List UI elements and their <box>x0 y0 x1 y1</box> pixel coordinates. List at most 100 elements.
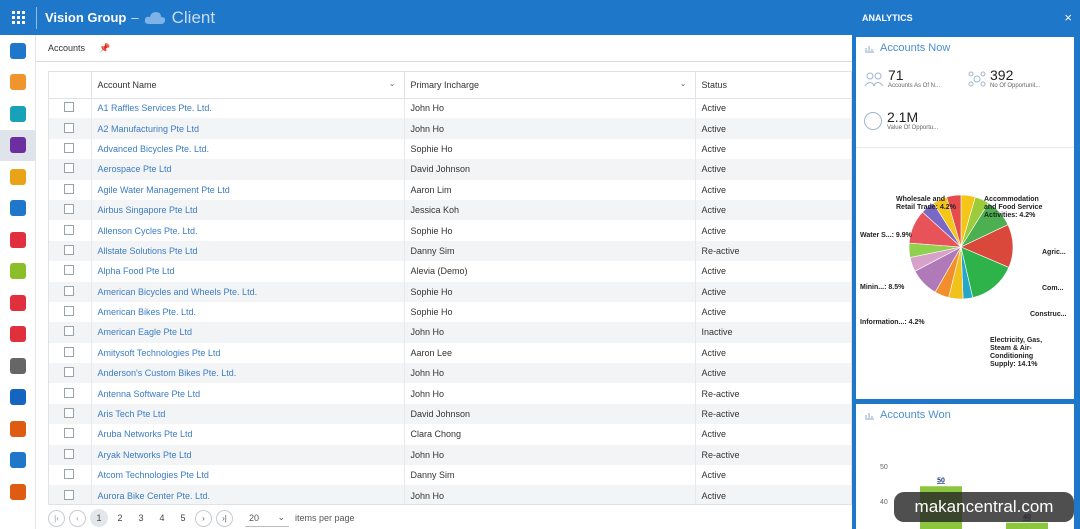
account-link[interactable]: Advanced Bicycles Pte. Ltd. <box>98 144 210 154</box>
account-link[interactable]: A1 Raffles Services Pte. Ltd. <box>98 103 212 113</box>
page-number-button[interactable]: 4 <box>153 509 171 527</box>
sidebar-item[interactable] <box>0 382 36 414</box>
sidebar-item[interactable] <box>0 67 36 99</box>
pin-icon[interactable]: 📌 <box>99 43 110 54</box>
table-row[interactable]: Aerospace Pte Ltd David Johnson Active <box>49 159 851 180</box>
page-number-button[interactable]: 1 <box>90 509 108 527</box>
table-row[interactable]: A1 Raffles Services Pte. Ltd. John Ho Acti… <box>49 98 851 119</box>
table-row[interactable]: Antenna Software Pte Ltd John Ho Re-active <box>49 383 851 404</box>
sidebar-item[interactable] <box>0 350 36 382</box>
account-link[interactable]: Atcom Technologies Pte Ltd <box>98 470 209 480</box>
table-row[interactable]: Allstate Solutions Pte Ltd Danny Sim Re-ac… <box>49 240 851 262</box>
row-checkbox[interactable] <box>64 408 74 419</box>
bar[interactable] <box>1006 522 1048 529</box>
account-link[interactable]: Airbus Singapore Pte Ltd <box>98 205 198 215</box>
row-checkbox[interactable] <box>64 204 74 215</box>
table-row[interactable]: Airbus Singapore Pte Ltd Jessica Koh Activ… <box>49 199 851 221</box>
account-link[interactable]: Antenna Software Pte Ltd <box>98 389 201 399</box>
table-row[interactable]: American Eagle Pte Ltd John Ho Inactive <box>49 322 851 343</box>
row-checkbox[interactable] <box>64 102 74 113</box>
breadcrumb-accounts[interactable]: Accounts <box>48 43 85 53</box>
account-link[interactable]: Anderson's Custom Bikes Pte. Ltd. <box>98 368 237 378</box>
chevron-down-icon[interactable]: ⌄ <box>680 79 687 88</box>
row-checkbox[interactable] <box>64 489 74 500</box>
sidebar-item[interactable] <box>0 193 36 225</box>
table-row[interactable]: American Bicycles and Wheels Pte. Ltd. So… <box>49 281 851 302</box>
sidebar-item[interactable] <box>0 476 36 508</box>
sidebar-item[interactable] <box>0 445 36 477</box>
sidebar-item[interactable] <box>0 129 36 161</box>
sidebar-item[interactable] <box>0 287 36 319</box>
row-checkbox[interactable] <box>64 224 74 235</box>
table-row[interactable]: Allenson Cycles Pte. Ltd. Sophie Ho Active <box>49 220 851 241</box>
table-row[interactable]: A2 Manufacturing Pte Ltd John Ho Active <box>49 118 851 139</box>
row-checkbox[interactable] <box>64 326 74 337</box>
select-all-header[interactable] <box>49 72 92 99</box>
row-checkbox[interactable] <box>64 428 74 439</box>
page-number-button[interactable]: 2 <box>111 509 129 527</box>
row-checkbox[interactable] <box>64 469 74 480</box>
table-row[interactable]: Aurora Bike Center Pte. Ltd. John Ho Activ… <box>49 485 851 504</box>
account-link[interactable]: American Eagle Pte Ltd <box>98 327 193 337</box>
account-link[interactable]: A2 Manufacturing Pte Ltd <box>98 124 200 134</box>
row-checkbox[interactable] <box>64 163 74 174</box>
kpi-opportunities[interactable]: 392 No Of Opportunit... <box>968 67 1040 89</box>
row-checkbox[interactable] <box>64 387 74 398</box>
account-link[interactable]: Aruba Networks Pte Ltd <box>98 429 193 439</box>
account-link[interactable]: Aryak Networks Pte Ltd <box>98 450 192 460</box>
table-row[interactable]: Aruba Networks Pte Ltd Clara Chong Active <box>49 424 851 445</box>
table-row[interactable]: Alpha Food Pte Ltd Alevia (Demo) Active <box>49 261 851 282</box>
row-checkbox[interactable] <box>64 285 74 296</box>
table-row[interactable]: Agile Water Management Pte Ltd Aaron Lim A… <box>49 179 851 200</box>
sidebar-item[interactable] <box>0 98 36 130</box>
page-size-select[interactable]: 20 ⌄ <box>245 510 289 527</box>
table-row[interactable]: Aryak Networks Pte Ltd John Ho Re-active <box>49 444 851 466</box>
last-page-button[interactable]: ›| <box>216 509 233 527</box>
row-checkbox[interactable] <box>64 122 74 133</box>
page-number-button[interactable]: 3 <box>132 509 150 527</box>
column-header-account-name[interactable]: Account Name ⌄ <box>91 72 405 99</box>
account-link[interactable]: Aurora Bike Center Pte. Ltd. <box>98 491 211 501</box>
row-checkbox[interactable] <box>64 367 74 378</box>
column-header-status[interactable]: Status <box>695 72 851 99</box>
row-checkbox[interactable] <box>64 142 74 153</box>
sidebar-item[interactable] <box>0 224 36 256</box>
sidebar-item[interactable] <box>0 161 36 193</box>
sidebar-item[interactable] <box>0 256 36 288</box>
app-launcher-icon[interactable] <box>0 0 36 35</box>
table-row[interactable]: American Bikes Pte. Ltd. Sophie Ho Active <box>49 301 851 323</box>
table-row[interactable]: Anderson's Custom Bikes Pte. Ltd. John Ho… <box>49 363 851 384</box>
kpi-opportunity-value[interactable]: 2.1M Value Of Opportu... <box>864 109 938 131</box>
sidebar-item[interactable] <box>0 35 36 67</box>
account-link[interactable]: Alpha Food Pte Ltd <box>98 266 175 276</box>
table-row[interactable]: Amitysoft Technologies Pte Ltd Aaron Lee A… <box>49 342 851 364</box>
table-row[interactable]: Aris Tech Pte Ltd David Johnson Re-active <box>49 403 851 425</box>
account-link[interactable]: Aris Tech Pte Ltd <box>98 409 166 419</box>
account-link[interactable]: Allstate Solutions Pte Ltd <box>98 246 198 256</box>
row-checkbox[interactable] <box>64 265 74 276</box>
kpi-accounts[interactable]: 71 Accounts As Of N... <box>864 67 940 89</box>
account-link[interactable]: Allenson Cycles Pte. Ltd. <box>98 226 198 236</box>
table-row[interactable]: Atcom Technologies Pte Ltd Danny Sim Activ… <box>49 465 851 486</box>
org-name[interactable]: Vision Group <box>45 10 126 25</box>
sidebar-item[interactable] <box>0 413 36 445</box>
page-number-button[interactable]: 5 <box>174 509 192 527</box>
account-link[interactable]: American Bikes Pte. Ltd. <box>98 307 197 317</box>
sidebar-item[interactable] <box>0 319 36 351</box>
account-link[interactable]: Agile Water Management Pte Ltd <box>98 185 230 195</box>
prev-page-button[interactable]: ‹ <box>69 509 86 527</box>
account-link[interactable]: Aerospace Pte Ltd <box>98 164 172 174</box>
row-checkbox[interactable] <box>64 346 74 357</box>
row-checkbox[interactable] <box>64 448 74 459</box>
account-link[interactable]: Amitysoft Technologies Pte Ltd <box>98 348 221 358</box>
first-page-button[interactable]: |‹ <box>48 509 65 527</box>
table-row[interactable]: Advanced Bicycles Pte. Ltd. Sophie Ho Acti… <box>49 138 851 160</box>
account-link[interactable]: American Bicycles and Wheels Pte. Ltd. <box>98 287 258 297</box>
row-checkbox[interactable] <box>64 306 74 317</box>
close-icon[interactable]: × <box>1064 10 1072 25</box>
next-page-button[interactable]: › <box>195 509 212 527</box>
column-header-primary-incharge[interactable]: Primary Incharge ⌄ <box>404 72 696 99</box>
chevron-down-icon[interactable]: ⌄ <box>389 79 396 88</box>
row-checkbox[interactable] <box>64 244 74 255</box>
row-checkbox[interactable] <box>64 183 74 194</box>
